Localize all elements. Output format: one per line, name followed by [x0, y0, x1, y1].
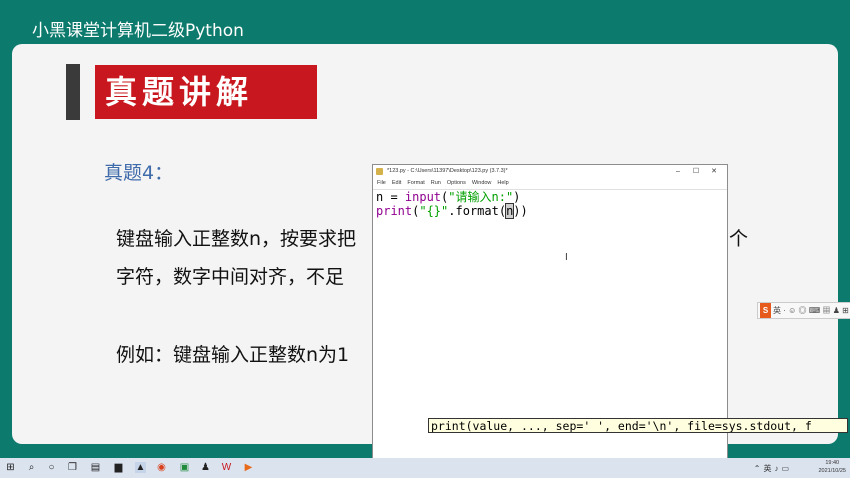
- question-line-2: 字符，数字中间对齐，不足: [116, 266, 345, 288]
- clock-time: 19:40: [825, 460, 840, 466]
- code-keyword: input: [404, 190, 442, 204]
- tray-lang[interactable]: 英: [763, 464, 774, 473]
- ime-toolbar-items[interactable]: 英 · ☺ ◎ ⌨ ▦ ♟ ⊞ ⁝: [773, 306, 850, 315]
- clock-date: 2021/10/25: [818, 468, 846, 474]
- task-view-icon[interactable]: ❐: [67, 462, 78, 473]
- python-file-icon: [376, 168, 383, 175]
- file-explorer-icon[interactable]: ▆: [113, 462, 124, 473]
- menu-options[interactable]: Options: [447, 180, 466, 186]
- menu-file[interactable]: File: [377, 180, 386, 186]
- editor-title: *123.py - C:\Users\11397\Desktop\123.py …: [387, 168, 508, 174]
- question-label: 真题4：: [104, 162, 174, 184]
- photo-app-icon[interactable]: ▣: [179, 462, 190, 473]
- media-app-icon[interactable]: ▶: [243, 462, 254, 473]
- idle-icon[interactable]: ▲: [135, 462, 146, 473]
- code-line-2: print("{}".format(n)): [376, 203, 528, 219]
- code-line-1: n = input("请输入n:"): [376, 190, 520, 204]
- code-token: .format(: [448, 204, 507, 218]
- menu-edit[interactable]: Edit: [392, 180, 401, 186]
- code-string: "{}": [419, 204, 449, 218]
- menu-format[interactable]: Format: [407, 180, 424, 186]
- windows-start-icon[interactable]: ⊞: [5, 462, 16, 473]
- calltip-tooltip: print(value, ..., sep=' ', end='\n', fil…: [428, 418, 848, 433]
- editor-menubar: File Edit Format Run Options Window Help: [373, 178, 727, 190]
- taskbar: ⊞ ⌕ ○ ❐ ▤ ▆ ▲ ◉ ▣ ♟ W ▶ ⌃英♪▭ 19:40 2021/…: [0, 458, 850, 478]
- editor-titlebar[interactable]: *123.py - C:\Users\11397\Desktop\123.py …: [373, 165, 727, 178]
- course-title: 小黑课堂计算机二级Python: [32, 21, 244, 41]
- example-line: 例如：键盘输入正整数n为1: [116, 344, 350, 366]
- wps-icon[interactable]: W: [221, 462, 232, 473]
- system-tray[interactable]: ⌃英♪▭: [754, 463, 792, 474]
- network-icon[interactable]: ▭: [781, 464, 792, 473]
- title-accent-bar: [66, 64, 80, 120]
- menu-run[interactable]: Run: [431, 180, 441, 186]
- maximize-button[interactable]: ☐: [687, 165, 705, 178]
- minimize-button[interactable]: –: [669, 165, 687, 178]
- cortana-icon[interactable]: ○: [46, 462, 57, 473]
- tray-up-arrow-icon[interactable]: ⌃: [754, 464, 764, 473]
- question-line-1-tail: 个: [729, 228, 749, 250]
- menu-window[interactable]: Window: [472, 180, 492, 186]
- person-app-icon[interactable]: ♟: [200, 462, 211, 473]
- ibeam-cursor-icon: I: [565, 252, 568, 263]
- code-token: ): [513, 190, 521, 204]
- search-icon[interactable]: ⌕: [26, 462, 37, 473]
- chat-icon[interactable]: ▤: [90, 462, 101, 473]
- menu-help[interactable]: Help: [497, 180, 508, 186]
- question-line-1: 键盘输入正整数n，按要求把: [116, 228, 357, 250]
- code-token: n =: [376, 190, 405, 204]
- code-keyword: print: [376, 204, 413, 218]
- close-button[interactable]: ✕: [705, 165, 723, 178]
- ime-toolbar[interactable]: S英 · ☺ ◎ ⌨ ▦ ♟ ⊞ ⁝: [757, 302, 850, 319]
- sogou-ime-icon[interactable]: S: [760, 303, 771, 318]
- code-area[interactable]: n = input("请输入n:") print("{}".format(n)): [373, 190, 727, 219]
- code-string: "请输入n:": [448, 190, 514, 204]
- slide-banner: 真题讲解: [95, 65, 317, 119]
- code-token: )): [513, 204, 528, 218]
- clock[interactable]: 19:40 2021/10/25: [818, 459, 846, 475]
- chrome-icon[interactable]: ◉: [156, 462, 167, 473]
